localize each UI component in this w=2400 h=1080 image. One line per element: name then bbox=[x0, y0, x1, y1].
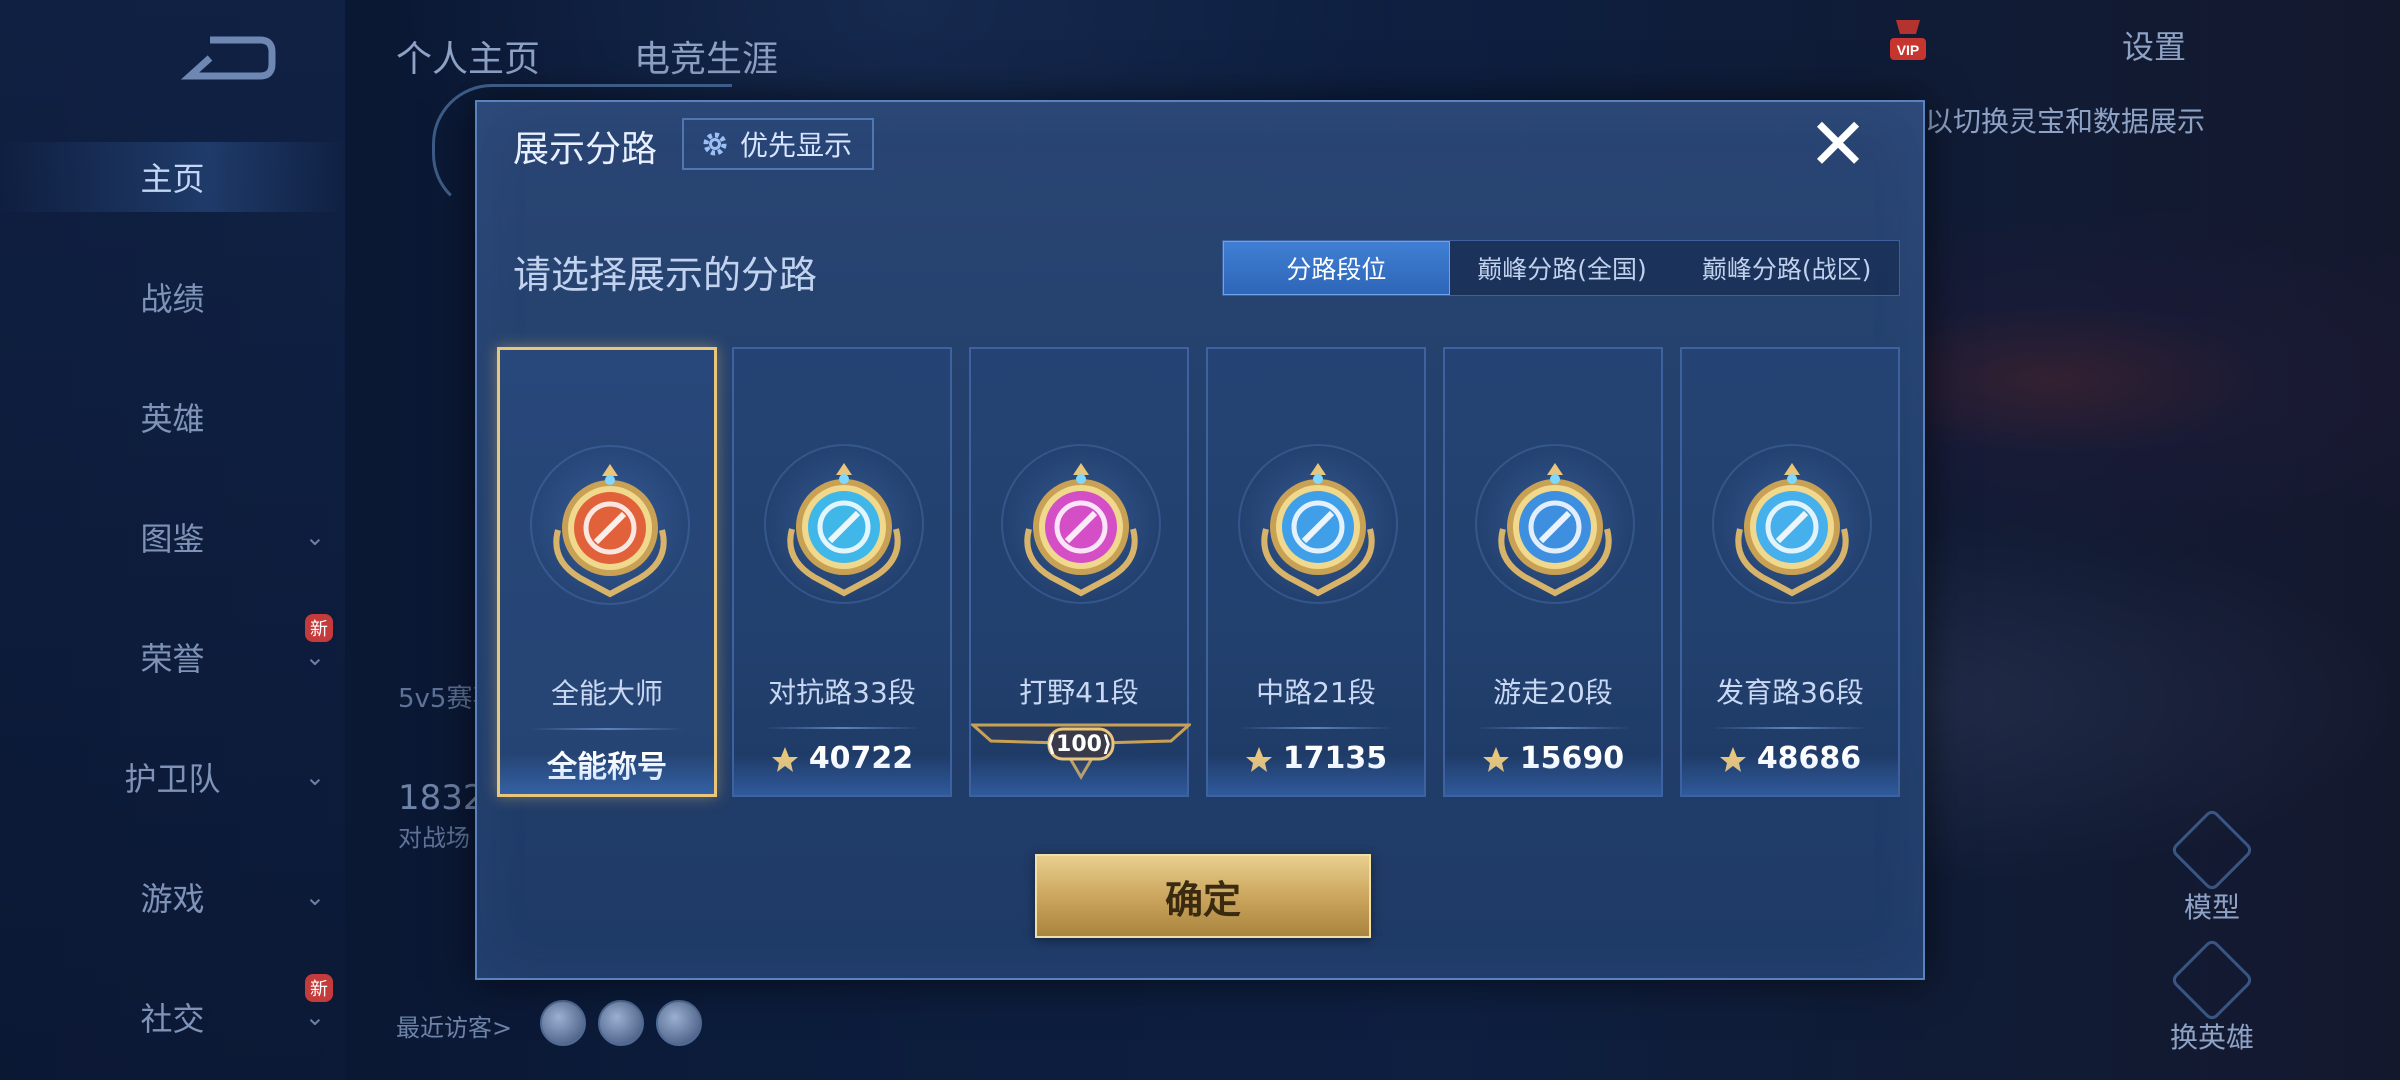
divider bbox=[1475, 727, 1631, 729]
ranking-tabs: 分路段位 巅峰分路(全国) 巅峰分路(战区) bbox=[1222, 240, 1900, 296]
sidebar-item-games[interactable]: 游戏 ⌄ bbox=[0, 862, 345, 932]
divider bbox=[1712, 727, 1868, 729]
sidebar-item-home[interactable]: 主页 bbox=[0, 142, 345, 212]
left-nav: 主页 战绩 英雄 图鉴 ⌄ 荣誉 ⌄ 新护卫队 ⌄ 游戏 ⌄ 社交 ⌄ 新 bbox=[0, 0, 345, 1080]
match-count: 1832 bbox=[398, 778, 485, 818]
change-hero-button[interactable]: 换英雄 bbox=[2152, 937, 2272, 1056]
sidebar-item-heroes[interactable]: 英雄 bbox=[0, 382, 345, 452]
priority-display-button[interactable]: 优先显示 bbox=[682, 118, 875, 170]
tab-peak-lane-national[interactable]: 巅峰分路(全国) bbox=[1450, 241, 1675, 295]
divider bbox=[764, 727, 920, 729]
lane-name: 对抗路33段 bbox=[768, 676, 916, 709]
card-bottom-glow bbox=[734, 755, 950, 795]
lane-display-dialog: 展示分路 优先显示 ✕ 请选择展示的分路 分路段位 巅峰分路(全国) 巅峰分路(… bbox=[432, 84, 1925, 980]
close-button[interactable]: ✕ bbox=[1805, 108, 1871, 180]
card-bottom-glow bbox=[1682, 755, 1898, 795]
lane-name: 全能大师 bbox=[550, 677, 663, 710]
sidebar-item-label: 社交 bbox=[140, 1000, 205, 1038]
sidebar-item-label: 荣誉 bbox=[140, 640, 205, 678]
recent-visitors-link[interactable]: 最近访客> bbox=[396, 1008, 512, 1043]
avatar[interactable] bbox=[656, 1000, 702, 1046]
chevron-down-icon: ⌄ bbox=[304, 763, 325, 791]
settings-label[interactable]: 设置 bbox=[2122, 22, 2186, 68]
dialog-title: 展示分路 bbox=[513, 129, 658, 170]
sidebar-item-label: 战绩 bbox=[140, 280, 205, 318]
lane-card-mid-lane[interactable]: 中路21段17135 bbox=[1206, 347, 1426, 797]
lane-name: 发育路36段 bbox=[1716, 676, 1864, 709]
tab-lane-rank[interactable]: 分路段位 bbox=[1223, 241, 1450, 295]
tab-esports-career[interactable]: 电竞生涯 bbox=[634, 30, 778, 82]
model-button[interactable]: 模型 bbox=[2152, 807, 2272, 926]
lane-badge-icon bbox=[1498, 463, 1612, 597]
divider bbox=[1238, 727, 1394, 729]
lane-badge-icon bbox=[1024, 463, 1138, 597]
avatar[interactable] bbox=[540, 1000, 586, 1046]
level-value: ⟨100⟩ bbox=[1045, 732, 1113, 757]
match-count-label: 对战场 bbox=[398, 824, 470, 852]
chevron-down-icon: ⌄ bbox=[304, 523, 325, 551]
new-badge: 新 bbox=[305, 974, 333, 1002]
model-icon bbox=[2169, 807, 2255, 893]
card-bottom-glow bbox=[971, 755, 1187, 795]
lane-badge-icon bbox=[1261, 463, 1375, 597]
gear-icon bbox=[703, 132, 727, 156]
vip-icon[interactable]: VIP bbox=[1888, 16, 1928, 66]
tab-personal-home[interactable]: 个人主页 bbox=[396, 30, 540, 82]
confirm-button[interactable]: 确定 bbox=[1035, 854, 1371, 938]
lane-card-farm-lane[interactable]: 发育路36段48686 bbox=[1680, 347, 1900, 797]
lane-card-clash-lane[interactable]: 对抗路33段40722 bbox=[732, 347, 952, 797]
lane-name: 中路21段 bbox=[1256, 676, 1376, 709]
top-hint: 以切换灵宝和数据展示 bbox=[1925, 105, 2206, 138]
sidebar-item-label: 主页 bbox=[140, 160, 205, 198]
card-bottom-glow bbox=[500, 754, 714, 794]
sidebar-item-guard-team[interactable]: 护卫队 ⌄ bbox=[0, 742, 345, 812]
sidebar-item-collection[interactable]: 图鉴 ⌄ bbox=[0, 502, 345, 572]
dialog-subtitle: 请选择展示的分路 bbox=[513, 253, 818, 297]
back-icon[interactable] bbox=[180, 28, 280, 88]
sidebar-item-label: 图鉴 bbox=[140, 520, 205, 558]
lane-badge-icon bbox=[787, 463, 901, 597]
chevron-down-icon: ⌄ bbox=[304, 883, 325, 911]
tab-peak-lane-region[interactable]: 巅峰分路(战区) bbox=[1674, 241, 1899, 295]
avatar[interactable] bbox=[598, 1000, 644, 1046]
chevron-down-icon: ⌄ bbox=[304, 1003, 325, 1031]
lane-card-jungle[interactable]: 打野41段 ⟨100⟩ bbox=[969, 347, 1191, 797]
card-bottom-glow bbox=[1445, 755, 1661, 795]
change-hero-label: 换英雄 bbox=[2169, 1021, 2254, 1054]
sidebar-item-label: 护卫队 bbox=[124, 760, 221, 798]
lane-name: 打野41段 bbox=[1019, 676, 1139, 709]
sidebar-item-social[interactable]: 社交 ⌄ 新 bbox=[0, 974, 345, 1052]
priority-display-label: 优先显示 bbox=[740, 129, 853, 162]
svg-text:VIP: VIP bbox=[1897, 42, 1920, 58]
lane-badge-icon bbox=[1735, 463, 1849, 597]
change-hero-icon bbox=[2169, 937, 2255, 1023]
lane-badge-icon bbox=[553, 464, 667, 598]
lane-card-all-round[interactable]: 全能大师全能称号 bbox=[497, 347, 717, 797]
sidebar-item-label: 英雄 bbox=[140, 400, 205, 438]
lane-card-roam[interactable]: 游走20段15690 bbox=[1443, 347, 1663, 797]
sidebar-item-honor[interactable]: 荣誉 ⌄ 新 bbox=[0, 614, 345, 692]
sidebar-item-records[interactable]: 战绩 bbox=[0, 262, 345, 332]
chevron-down-icon: ⌄ bbox=[304, 643, 325, 671]
divider bbox=[530, 728, 684, 730]
card-bottom-glow bbox=[1208, 755, 1424, 795]
sidebar-item-label: 游戏 bbox=[140, 880, 205, 918]
new-badge: 新 bbox=[305, 614, 333, 642]
model-label: 模型 bbox=[2183, 891, 2240, 924]
lane-name: 游走20段 bbox=[1493, 676, 1613, 709]
